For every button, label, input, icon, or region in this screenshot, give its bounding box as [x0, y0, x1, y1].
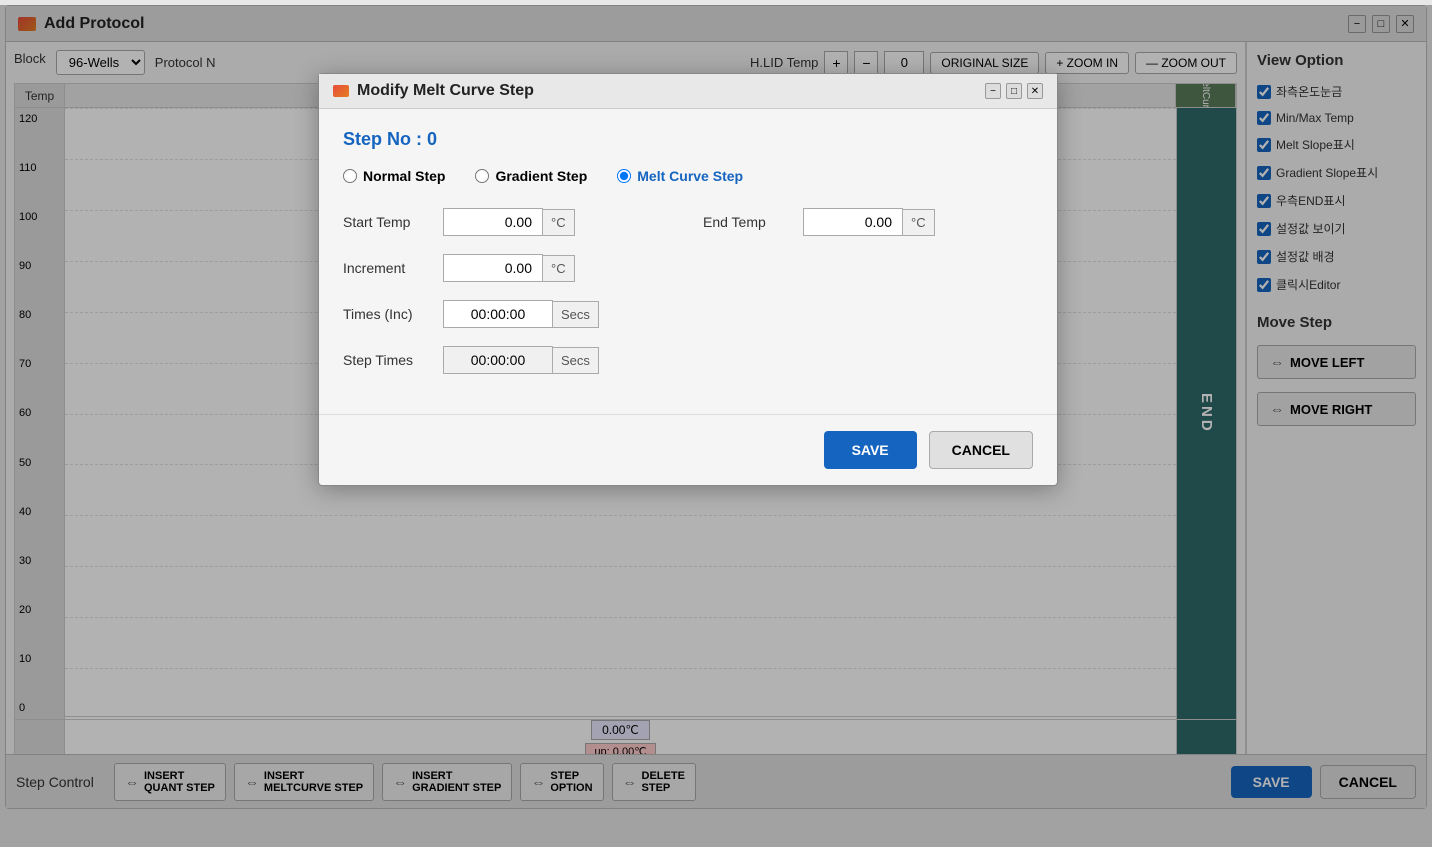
step-times-unit: Secs	[553, 347, 599, 374]
meltcurve-step-radio[interactable]	[617, 169, 631, 183]
modal-title-bar: Modify Melt Curve Step − □ ✕	[319, 74, 1057, 109]
times-inc-field: Times (Inc) Secs	[343, 300, 673, 328]
times-inc-input[interactable]	[443, 300, 553, 328]
end-temp-label: End Temp	[703, 214, 793, 230]
times-inc-label: Times (Inc)	[343, 306, 433, 322]
start-temp-input[interactable]	[443, 208, 543, 236]
end-temp-input[interactable]	[803, 208, 903, 236]
modal-close-button[interactable]: ✕	[1027, 83, 1043, 99]
increment-unit: °C	[543, 255, 575, 282]
step-times-label: Step Times	[343, 352, 433, 368]
modal-footer: SAVE CANCEL	[319, 414, 1057, 485]
modal-minimize-button[interactable]: −	[985, 83, 1001, 99]
modal-body: Step No : 0 Normal Step Gradient Step Me…	[319, 109, 1057, 414]
modal-cancel-button[interactable]: CANCEL	[929, 431, 1033, 469]
normal-step-label: Normal Step	[363, 168, 445, 184]
increment-input[interactable]	[443, 254, 543, 282]
meltcurve-step-radio-label[interactable]: Melt Curve Step	[617, 168, 743, 184]
start-temp-field: Start Temp °C	[343, 208, 673, 236]
modal-title: Modify Melt Curve Step	[357, 82, 977, 100]
modal-icon	[333, 85, 349, 97]
step-times-field: Step Times Secs	[343, 346, 673, 374]
normal-step-radio-label[interactable]: Normal Step	[343, 168, 445, 184]
step-type-row: Normal Step Gradient Step Melt Curve Ste…	[343, 168, 1033, 184]
gradient-step-radio-label[interactable]: Gradient Step	[475, 168, 587, 184]
start-temp-label: Start Temp	[343, 214, 433, 230]
end-temp-unit: °C	[903, 209, 935, 236]
gradient-step-label: Gradient Step	[495, 168, 587, 184]
modal-save-button[interactable]: SAVE	[824, 431, 917, 469]
step-no-label: Step No : 0	[343, 129, 1033, 150]
meltcurve-step-label: Melt Curve Step	[637, 168, 743, 184]
increment-field: Increment °C	[343, 254, 673, 282]
modal-maximize-button[interactable]: □	[1006, 83, 1022, 99]
modal-window-controls: − □ ✕	[985, 83, 1043, 99]
gradient-step-radio[interactable]	[475, 169, 489, 183]
start-temp-unit: °C	[543, 209, 575, 236]
step-times-input[interactable]	[443, 346, 553, 374]
form-grid: Start Temp °C End Temp °C Increment	[343, 208, 1033, 374]
increment-label: Increment	[343, 260, 433, 276]
normal-step-radio[interactable]	[343, 169, 357, 183]
times-inc-unit: Secs	[553, 301, 599, 328]
end-temp-field: End Temp °C	[703, 208, 1033, 236]
modal-dialog: Modify Melt Curve Step − □ ✕ Step No : 0…	[318, 73, 1058, 486]
